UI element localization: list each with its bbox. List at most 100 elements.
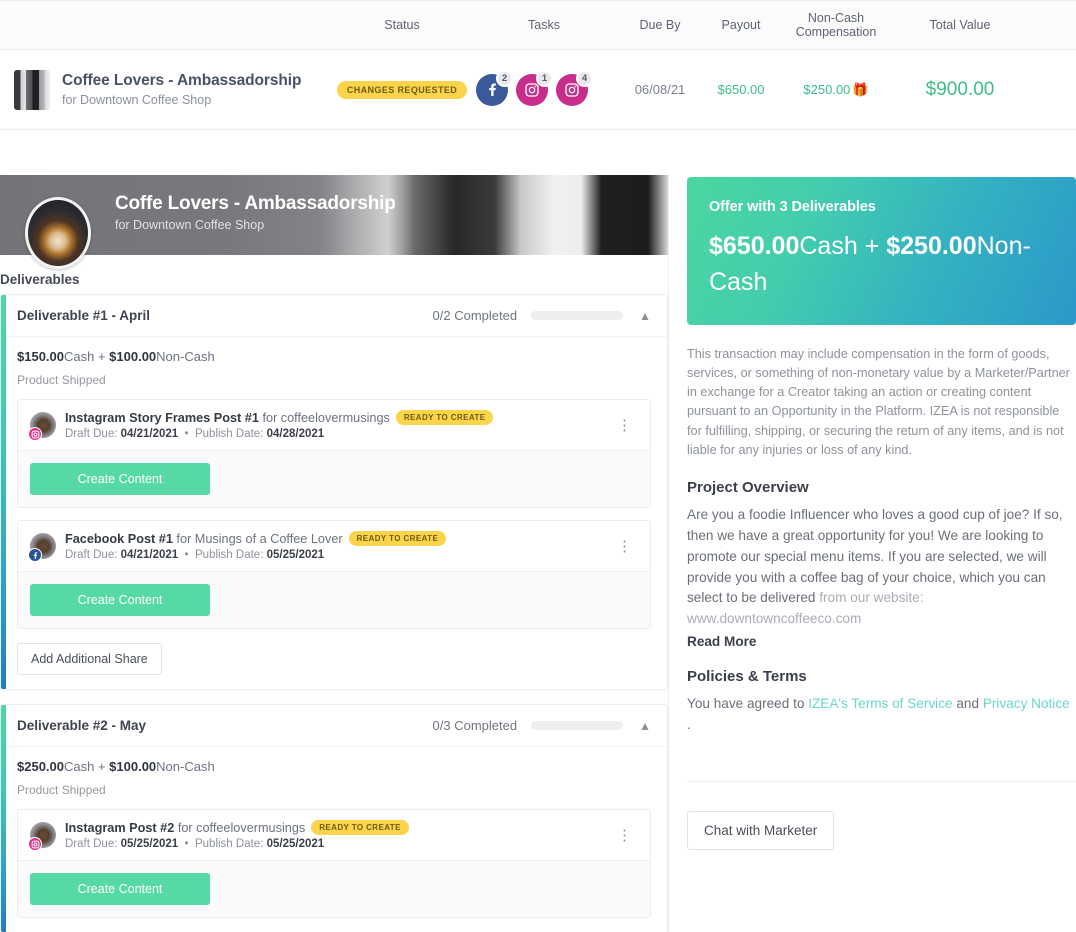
- task-block: Instagram Post #2 for coffeelovermusings…: [17, 809, 651, 918]
- terms-of-service-link[interactable]: IZEA's Terms of Service: [808, 696, 952, 711]
- task-block: Facebook Post #1 for Musings of a Coffee…: [17, 520, 651, 629]
- deliverable-noncash-label: Non-Cash: [156, 759, 215, 774]
- publish-date-label: Publish Date:: [194, 838, 267, 850]
- campaign-name-cell[interactable]: Coffee Lovers - Ambassadorship for Downt…: [14, 69, 334, 110]
- banner-text: Coffe Lovers - Ambassadorship for Downto…: [115, 193, 396, 232]
- policies-terms-body: You have agreed to IZEA's Terms of Servi…: [687, 694, 1076, 736]
- task-avatar: [28, 822, 56, 851]
- chevron-up-icon[interactable]: ▲: [639, 720, 651, 732]
- chevron-up-icon[interactable]: ▲: [639, 310, 651, 322]
- task-count-badge: 2: [496, 69, 513, 87]
- deliverable-title: Deliverable #2 - May: [17, 718, 147, 733]
- task-icon-facebook[interactable]: 2: [476, 69, 513, 106]
- column-header-non-cash-compensation: Non-Cash Compensation: [780, 11, 892, 40]
- table-header-row: Status Tasks Due By Payout Non-Cash Comp…: [0, 0, 1076, 50]
- task-avatar: [28, 533, 56, 562]
- deliverable-body: $150.00Cash + $100.00Non-Cash Product Sh…: [1, 337, 667, 689]
- offer-cash-amount: $650.00: [709, 232, 800, 260]
- create-content-button[interactable]: Create Content: [30, 873, 210, 905]
- task-status-badge: READY TO CREATE: [311, 820, 409, 835]
- legal-disclaimer-text: This transaction may include compensatio…: [687, 346, 1070, 457]
- task-count-badge: 1: [536, 69, 553, 87]
- publish-date-label: Publish Date:: [194, 549, 267, 561]
- non-cash-line-1: Non-Cash: [807, 10, 865, 25]
- offer-label: Offer with 3 Deliverables: [709, 199, 876, 215]
- task-name: Instagram Post #2: [65, 821, 175, 835]
- product-shipped-label: Product Shipped: [17, 783, 106, 797]
- draft-due-date: 04/21/2021: [120, 549, 179, 561]
- deliverable-cash-amount: $150.00: [17, 349, 64, 364]
- task-options-menu-icon[interactable]: ⋮: [611, 828, 638, 843]
- task-options-menu-icon[interactable]: ⋮: [611, 539, 638, 554]
- avatar: [25, 197, 91, 269]
- draft-due-label: Draft Due:: [65, 838, 121, 850]
- deliverable-cash-amount: $250.00: [17, 759, 64, 774]
- status-cell: CHANGES REQUESTED: [334, 80, 470, 99]
- sidebar-divider: [687, 780, 1076, 782]
- payout-value: $650.00: [717, 82, 765, 97]
- offer-summary-card: Offer with 3 Deliverables $650.00Cash + …: [687, 177, 1076, 325]
- task-status-badge: READY TO CREATE: [395, 410, 494, 425]
- status-badge: CHANGES REQUESTED: [336, 80, 468, 99]
- task-icon-instagram-1[interactable]: 1: [516, 69, 553, 106]
- policies-terms-heading: Policies & Terms: [687, 668, 807, 686]
- deliverable-header[interactable]: Deliverable #2 - May 0/3 Completed ▲: [1, 705, 667, 747]
- column-header-due-by: Due By: [639, 17, 681, 32]
- deliverable-noncash-amount: $100.00: [109, 349, 157, 364]
- instagram-icon: [28, 427, 42, 441]
- task-name-line: Instagram Story Frames Post #1 for coffe…: [65, 410, 611, 425]
- task-dates: Draft Due: 04/21/2021 • Publish Date: 04…: [65, 428, 325, 440]
- deliverable-noncash-label: Non-Cash: [156, 349, 215, 364]
- task-block: Instagram Story Frames Post #1 for coffe…: [17, 399, 651, 508]
- tasks-cell: 2 1 4: [470, 69, 618, 106]
- task-avatar: [28, 412, 56, 441]
- draft-due-date: 04/21/2021: [120, 428, 179, 440]
- deliverables-heading: Deliverables: [0, 272, 80, 287]
- publish-date-label: Publish Date:: [194, 428, 267, 440]
- create-content-button[interactable]: Create Content: [30, 463, 210, 495]
- policies-suffix: .: [687, 716, 691, 732]
- task-options-menu-icon[interactable]: ⋮: [611, 418, 638, 433]
- task-footer: Create Content: [18, 860, 650, 917]
- task-name-line: Instagram Post #2 for coffeelovermusings…: [65, 820, 611, 835]
- deliverable-body: $250.00Cash + $100.00Non-Cash Product Sh…: [1, 747, 667, 932]
- deliverable-cash-label: Cash +: [64, 349, 110, 364]
- chat-with-marketer-button[interactable]: Chat with Marketer: [687, 810, 835, 850]
- deliverable-header[interactable]: Deliverable #1 - April 0/2 Completed ▲: [1, 295, 667, 337]
- policies-middle: and: [952, 696, 983, 712]
- task-dates: Draft Due: 04/21/2021 • Publish Date: 05…: [65, 549, 325, 561]
- deliverable-progress-bar: [531, 721, 624, 730]
- offer-sidebar: Offer with 3 Deliverables $650.00Cash + …: [668, 175, 1076, 932]
- instagram-icon: [28, 837, 42, 851]
- task-info: Instagram Story Frames Post #1 for coffe…: [65, 410, 611, 440]
- non-cash-value: $250.00: [803, 81, 851, 97]
- task-row[interactable]: Instagram Post #2 for coffeelovermusings…: [18, 810, 650, 860]
- task-name: Instagram Story Frames Post #1: [65, 411, 259, 425]
- task-for: for Musings of a Coffee Lover: [172, 532, 343, 546]
- accent-bar: [1, 295, 6, 689]
- column-header-total-value: Total Value: [929, 17, 991, 32]
- task-footer: Create Content: [18, 450, 650, 507]
- deliverable-amount-line: $150.00Cash + $100.00Non-Cash: [17, 349, 651, 364]
- table-row[interactable]: Coffee Lovers - Ambassadorship for Downt…: [0, 50, 1076, 130]
- task-icon-instagram-2[interactable]: 4: [556, 69, 593, 106]
- policies-prefix: You have agreed to: [687, 696, 809, 712]
- deliverable-card-1: Deliverable #1 - April 0/2 Completed ▲ $…: [0, 294, 668, 690]
- non-cash-line-2: Compensation: [795, 25, 877, 39]
- privacy-notice-link[interactable]: Privacy Notice: [983, 696, 1070, 711]
- column-header-tasks: Tasks: [528, 17, 560, 32]
- task-row[interactable]: Facebook Post #1 for Musings of a Coffee…: [18, 521, 650, 571]
- publish-date: 05/25/2021: [266, 838, 325, 850]
- create-content-button[interactable]: Create Content: [30, 584, 210, 616]
- read-more-link[interactable]: Read More: [687, 634, 1076, 649]
- draft-due-label: Draft Due:: [65, 549, 121, 561]
- draft-due-date: 05/25/2021: [120, 838, 179, 850]
- deliverable-progress-text: 0/2 Completed: [432, 308, 518, 323]
- add-additional-share-button[interactable]: Add Additional Share: [17, 643, 162, 675]
- task-row[interactable]: Instagram Story Frames Post #1 for coffe…: [18, 400, 650, 450]
- task-info: Facebook Post #1 for Musings of a Coffee…: [65, 531, 611, 561]
- detail-section: Coffe Lovers - Ambassadorship for Downto…: [0, 175, 1076, 932]
- offer-amount: $650.00Cash + $250.00Non-Cash: [709, 228, 1052, 301]
- offer-noncash-amount: $250.00: [886, 232, 977, 260]
- project-overview-body: Are you a foodie Influencer who loves a …: [687, 505, 1076, 630]
